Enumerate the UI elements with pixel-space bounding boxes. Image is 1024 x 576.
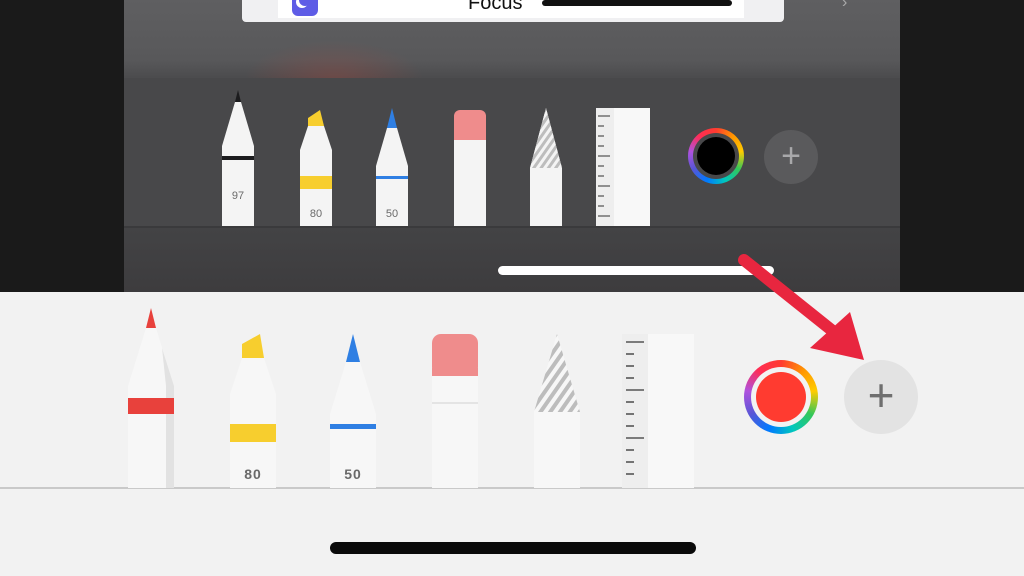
selected-color-swatch: [697, 137, 735, 175]
focus-overlay-bar: [542, 0, 732, 6]
pencil-tip-icon: [330, 334, 376, 488]
pen-tip: [235, 90, 241, 102]
selected-color-swatch: [756, 372, 806, 422]
chevron-right-icon: ›: [842, 0, 848, 11]
red-arrow-icon: [738, 254, 864, 360]
eraser-tool[interactable]: [454, 110, 486, 226]
marker-tool[interactable]: 80: [300, 110, 332, 226]
pen-tool[interactable]: 97: [222, 90, 254, 226]
eraser-icon: [454, 110, 486, 226]
ruler-icon: [622, 334, 694, 488]
marker-opacity: 80: [244, 466, 262, 482]
pencil-tool[interactable]: 50: [376, 108, 408, 226]
color-picker-button[interactable]: [688, 128, 744, 184]
marker-tip-icon: [230, 334, 276, 488]
ruler-tool[interactable]: [596, 108, 650, 226]
pencil-opacity: 50: [344, 466, 362, 482]
pen-opacity: 97: [231, 190, 245, 202]
pen-tip-icon: [128, 308, 174, 488]
pen-band: [222, 156, 254, 160]
lasso-icon: [530, 108, 562, 226]
plus-icon: +: [781, 136, 801, 175]
pen-tip-icon: [222, 90, 254, 226]
pencil-opacity: 50: [385, 208, 399, 220]
add-tool-button[interactable]: +: [764, 130, 818, 184]
lasso-icon: [534, 334, 580, 488]
eraser-icon: [432, 334, 478, 488]
ruler-tool[interactable]: [622, 334, 694, 488]
lasso-tool[interactable]: [534, 334, 580, 488]
focus-label: Focus: [468, 0, 523, 14]
pen-tool[interactable]: [128, 308, 174, 488]
tray-divider: [124, 226, 900, 228]
marker-opacity: 80: [309, 208, 323, 220]
marker-tool[interactable]: 80: [230, 334, 276, 488]
lasso-tool[interactable]: [530, 108, 562, 226]
moon-icon: [292, 0, 318, 16]
ruler-icon: [596, 108, 650, 226]
eraser-tool[interactable]: [432, 334, 478, 488]
home-indicator[interactable]: [330, 542, 696, 554]
pencil-tool[interactable]: 50: [330, 334, 376, 488]
plus-icon: +: [867, 369, 895, 421]
